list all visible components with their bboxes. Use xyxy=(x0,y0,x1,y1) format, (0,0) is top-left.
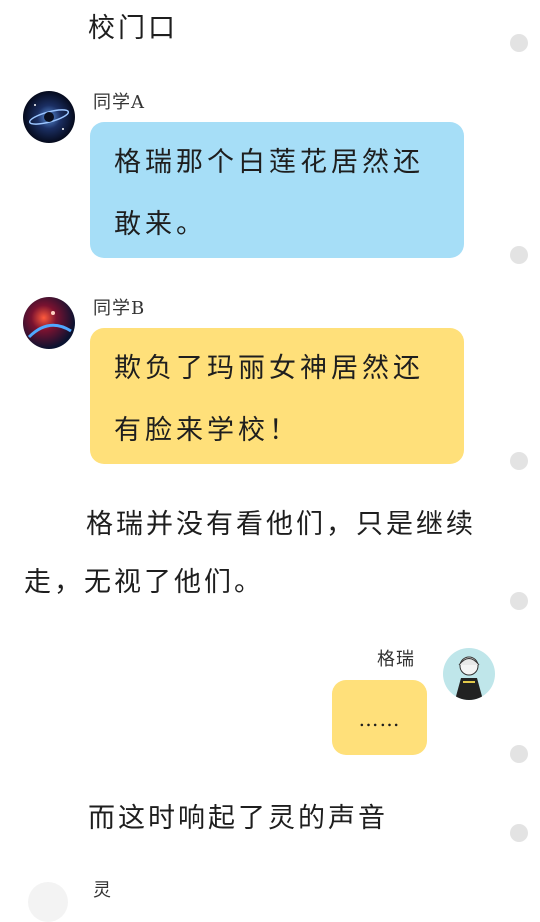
scroll-marker-dot[interactable] xyxy=(510,452,528,470)
avatar-classmate-b[interactable] xyxy=(23,297,75,349)
avatar-ling[interactable] xyxy=(28,882,68,922)
speaker-name: 同学B xyxy=(93,298,146,319)
avatar-grey[interactable] xyxy=(443,648,495,700)
speaker-name: 格瑞 xyxy=(377,649,415,670)
anime-character-avatar-icon xyxy=(443,648,495,700)
scroll-marker-dot[interactable] xyxy=(510,34,528,52)
chat-bubble: 格瑞那个白莲花居然还敢来。 xyxy=(90,122,464,258)
chat-bubble: 欺负了玛丽女神居然还有脸来学校！ xyxy=(90,328,464,464)
narration-text: 格瑞并没有看他们，只是继续走，无视了他们。 xyxy=(24,509,476,598)
scroll-marker-dot[interactable] xyxy=(510,592,528,610)
scroll-marker-dot[interactable] xyxy=(510,824,528,842)
speaker-name: 同学A xyxy=(93,92,145,113)
speaker-name: 灵 xyxy=(93,880,112,901)
scroll-marker-dot[interactable] xyxy=(510,246,528,264)
avatar-classmate-a[interactable] xyxy=(23,91,75,143)
nebula-avatar-icon xyxy=(23,297,75,349)
galaxy-avatar-icon xyxy=(23,91,75,143)
scroll-marker-dot[interactable] xyxy=(510,745,528,763)
chat-bubble: …… xyxy=(332,680,427,755)
narration-text: 而这时响起了灵的声音 xyxy=(88,803,388,834)
scene-title: 校门口 xyxy=(88,13,178,44)
